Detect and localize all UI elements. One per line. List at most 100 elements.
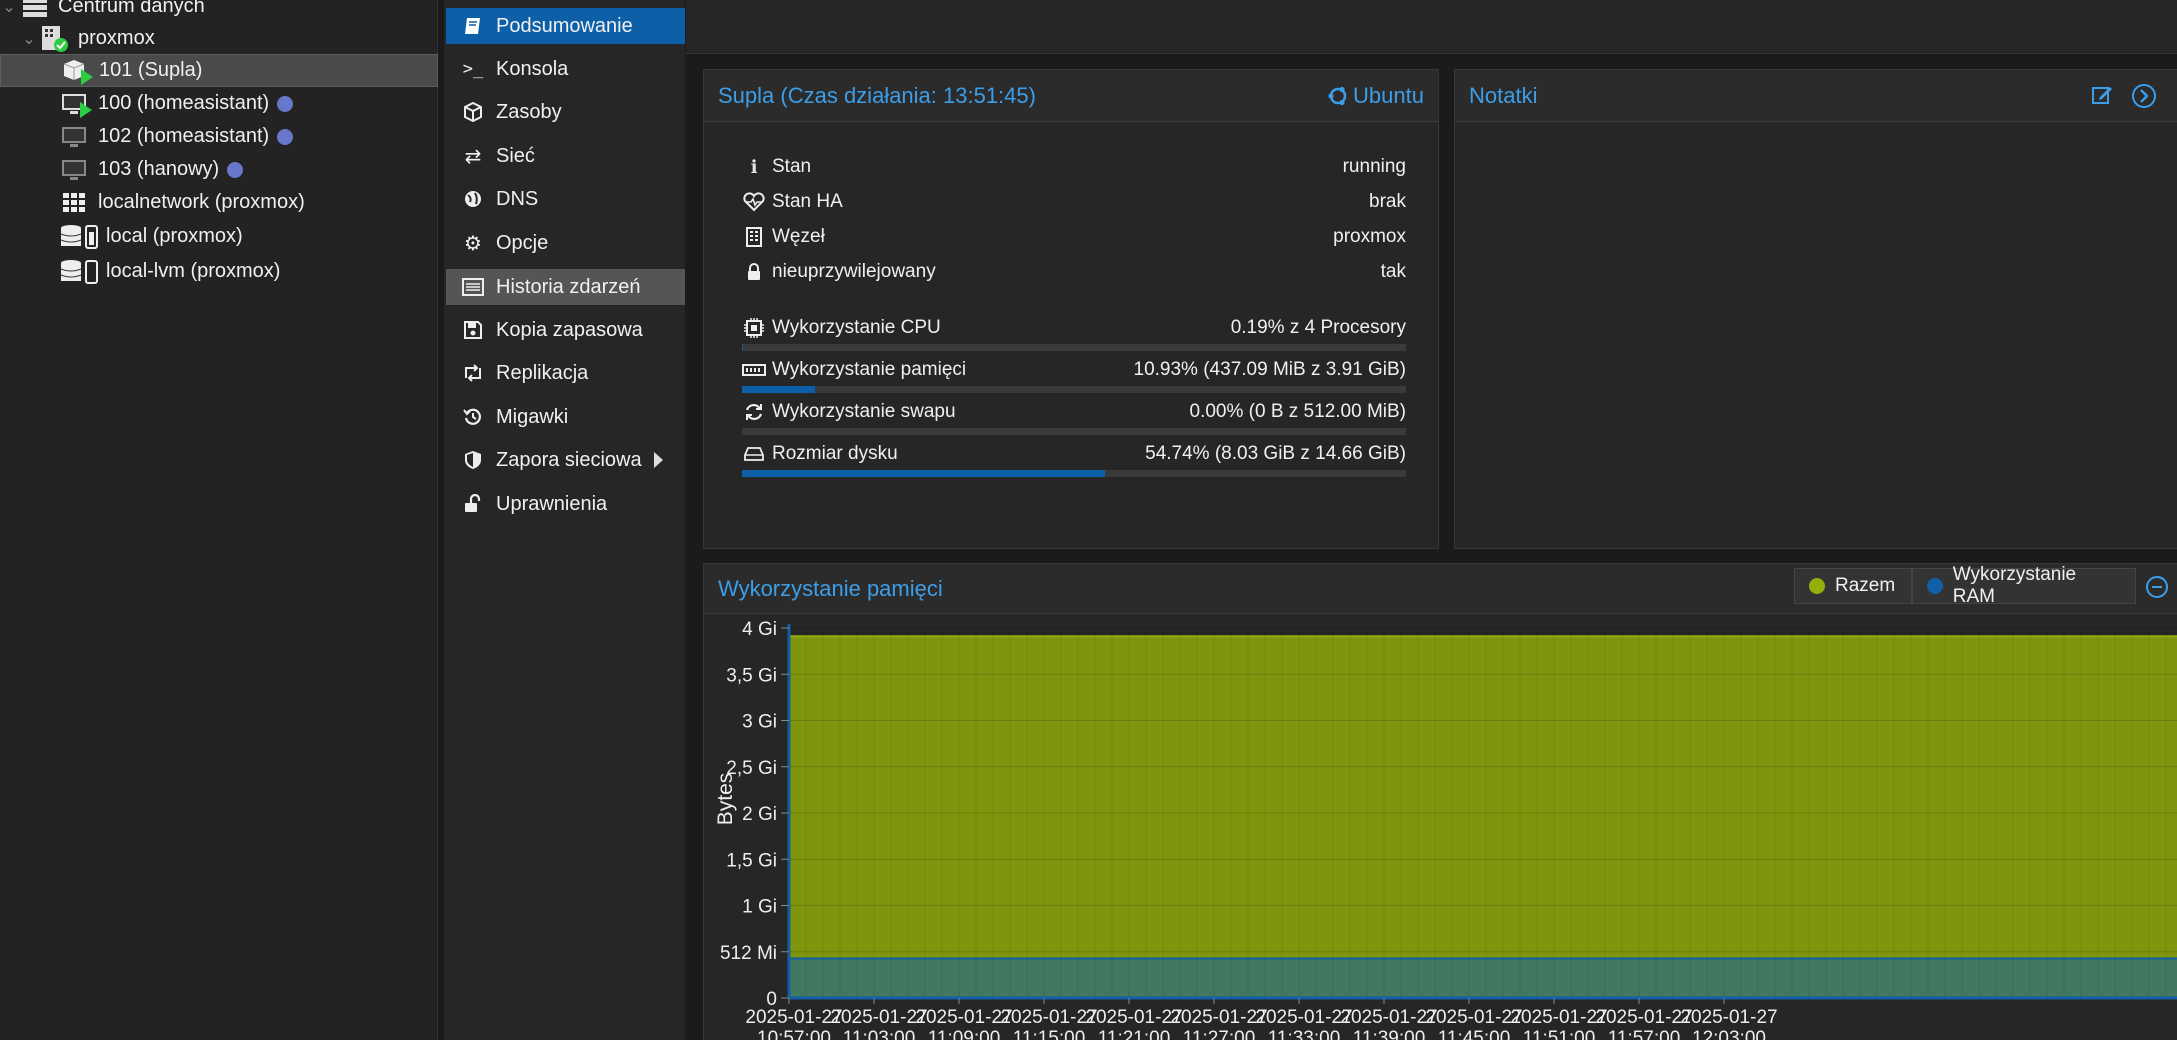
lock-icon [742,263,766,281]
progress-fill [742,470,1106,477]
nav-label: Konsola [496,57,569,80]
container-icon [59,57,93,85]
y-tick-label: 512 Mi [720,943,777,964]
x-tick-label-date: 2025-01-27 [1510,1007,1607,1028]
status-label: Stan [772,156,812,177]
chevron-down-icon[interactable]: ⌄ [0,0,18,17]
tree-item-datacenter[interactable]: ⌄ Centrum danych [0,0,438,23]
nav-label: Sieć [496,144,535,167]
tree-item-storage-local[interactable]: local (proxmox) [0,220,438,253]
nav-summary[interactable]: Podsumowanie [446,8,685,44]
nav-firewall[interactable]: Zapora sieciowa [446,442,685,478]
tree-item-label: proxmox [78,27,155,49]
edit-icon[interactable] [2091,84,2113,112]
x-tick-label-time: 11:51:00 [1523,1028,1596,1040]
shield-icon [460,449,486,471]
x-tick-label-date: 2025-01-27 [1595,1007,1692,1028]
x-tick-label-date: 2025-01-27 [1255,1007,1352,1028]
tree-item-node-proxmox[interactable]: ⌄ proxmox [0,22,438,55]
tree-item-vm-103[interactable]: 103 (hanowy) [0,153,438,186]
tree-item-storage-local-lvm[interactable]: local-lvm (proxmox) [0,255,438,288]
legend-item-total[interactable]: Razem [1794,568,1912,604]
status-row-unprivileged: nieuprzywilejowany tak [742,257,1406,287]
nav-backup[interactable]: Kopia zapasowa [446,312,685,348]
progress-fill [742,344,744,351]
summary-panel-header: Supla (Czas działania: 13:51:45) Ubuntu [704,70,1438,122]
list-icon [460,276,486,298]
x-tick-label-time: 11:03:00 [843,1028,916,1040]
tree-item-ct-101[interactable]: 101 (Supla) [0,54,438,87]
memory-icon [742,362,766,378]
x-tick-label-time: 11:39:00 [1353,1028,1426,1040]
memory-chart: Bytes 0512 Mi1 Gi1,5 Gi2 Gi2,5 Gi3 Gi3,5… [704,614,2177,1040]
nav-label: Uprawnienia [496,492,608,515]
history-icon [460,406,486,428]
book-icon [460,15,486,37]
building-icon [742,227,766,247]
main-content: Supla (Czas działania: 13:51:45) Ubuntu … [686,0,2177,1040]
ubuntu-icon [1328,86,1347,105]
nav-label: Opcje [496,231,549,254]
y-tick-label: 1 Gi [742,897,777,918]
nav-resources[interactable]: Zasoby [446,94,685,130]
tree-item-label: local (proxmox) [106,225,243,247]
usage-label: Wykorzystanie pamięci [772,359,967,380]
expand-arrow-icon[interactable] [654,452,663,468]
chart-menu-icon[interactable] [2145,575,2169,604]
tree-item-vm-100[interactable]: 100 (homeasistant) [0,87,438,120]
network-grid-icon [58,189,92,217]
toolbar [686,0,2177,54]
nav-label: Historia zdarzeń [496,275,641,298]
y-tick-label: 1,5 Gi [726,850,777,871]
collapse-icon[interactable] [2131,83,2157,115]
status-row-node: Węzeł proxmox [742,222,1406,252]
x-tick-label-time: 12:03:00 [1692,1028,1766,1040]
usage-row-swap: Wykorzystanie swapu 0.00% (0 B z 512.00 … [742,397,1406,427]
summary-panel: Supla (Czas działania: 13:51:45) Ubuntu … [703,69,1439,549]
nav-replication[interactable]: Replikacja [446,355,685,391]
cube-icon [460,101,486,123]
chevron-down-icon[interactable]: ⌄ [20,29,38,49]
nav-label: Kopia zapasowa [496,318,643,341]
nav-snapshots[interactable]: Migawki [446,399,685,435]
legend-dot-icon [1927,578,1943,594]
refresh-icon [742,402,766,422]
nav-console[interactable]: >_ Konsola [446,51,685,87]
usage-row-memory: Wykorzystanie pamięci 10.93% (437.09 MiB… [742,355,1406,385]
usage-value: 0.00% (0 B z 512.00 MiB) [1189,401,1407,422]
summary-title: Supla (Czas działania: 13:51:45) [718,82,1036,108]
running-icon [80,101,92,118]
cpu-icon [742,317,766,339]
memory-chart-title: Wykorzystanie pamięci [718,575,943,601]
y-tick-label: 4 Gi [742,619,777,640]
nav-options[interactable]: ⚙ Opcje [446,225,685,261]
x-tick-label-time: 11:33:00 [1268,1028,1341,1040]
storage-icon [58,223,100,251]
nav-label: Replikacja [496,361,589,384]
legend-label: Razem [1835,575,1896,596]
tree-item-label: 103 (hanowy) [98,158,220,180]
x-tick-label-date: 2025-01-27 [1170,1007,1267,1028]
x-tick-label-date: 2025-01-27 [1340,1007,1437,1028]
nav-task-history[interactable]: Historia zdarzeń [446,269,685,305]
tree-item-vm-102[interactable]: 102 (homeasistant) [0,120,438,153]
y-tick-label: 2,5 Gi [726,758,777,779]
nav-dns[interactable]: DNS [446,181,685,217]
legend-item-ram[interactable]: Wykorzystanie RAM [1912,564,2136,607]
exchange-icon: ⇄ [464,145,482,168]
tree-item-localnetwork[interactable]: localnetwork (proxmox) [0,186,438,219]
status-value: tak [1380,261,1406,282]
hdd-icon [742,446,766,462]
x-tick-label-date: 2025-01-27 [1085,1007,1182,1028]
tag-dot-icon [277,128,294,145]
status-label: Węzeł [772,226,825,247]
nav-network[interactable]: ⇄ Sieć [446,138,685,174]
x-tick-label-date: 2025-01-27 [915,1007,1012,1028]
y-tick-label: 3 Gi [742,712,777,733]
swap-progress-bar [742,428,1406,435]
tree-item-label: Centrum danych [58,0,205,17]
gear-icon: ⚙ [464,232,482,255]
legend-dot-icon [1809,578,1825,594]
usage-label: Rozmiar dysku [772,443,898,464]
nav-permissions[interactable]: Uprawnienia [446,486,685,522]
